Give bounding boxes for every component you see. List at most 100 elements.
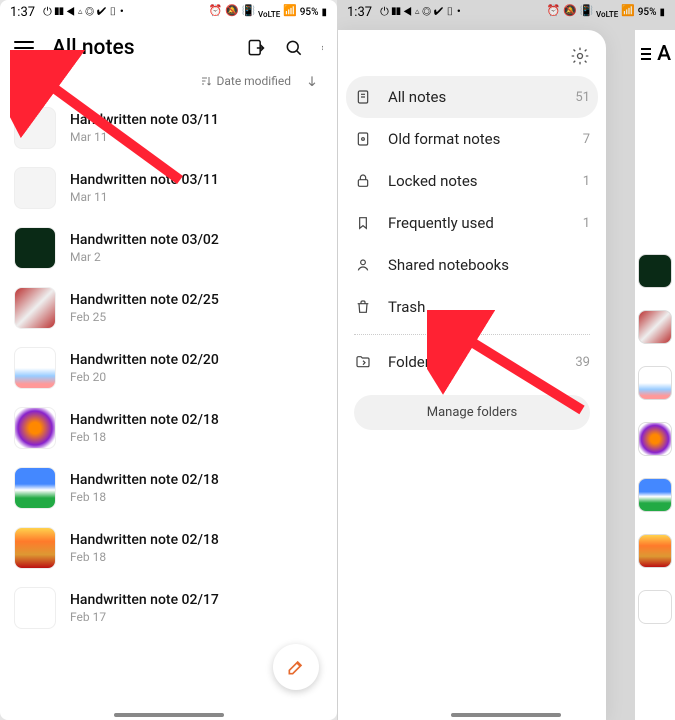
drawer-label: Frequently used [388, 214, 567, 232]
note-title: Handwritten note 03/02 [70, 232, 219, 248]
note-icon [354, 89, 372, 105]
drawer-item-trash[interactable]: Trash [338, 286, 606, 328]
note-title: Handwritten note 02/20 [70, 352, 219, 368]
phone-left: 1:37 ⏻ ❚❚ ◀ ▵ ◎ ✔ ▯ • ⏰ 🔕 📳 VoLTE 📶 95% … [0, 0, 337, 720]
more-icon[interactable] [322, 38, 327, 58]
note-thumbnail [14, 167, 56, 209]
drawer-label: Trash [388, 298, 574, 316]
manage-folders-button[interactable]: Manage folders [354, 395, 590, 430]
edit-icon [286, 657, 306, 677]
note-title: Handwritten note 02/17 [70, 592, 219, 608]
note-date: Feb 25 [70, 310, 219, 324]
drawer-item-shared-notebooks[interactable]: Shared notebooks [338, 244, 606, 286]
folder-icon [354, 354, 372, 370]
statusbar-time: 1:37 [10, 5, 35, 20]
note-date: Mar 11 [70, 190, 219, 204]
note-thumbnail-peek [638, 254, 672, 288]
home-indicator[interactable] [451, 713, 561, 717]
statusbar: 1:37 ⏻ ❚❚ ◀ ▵ ◎ ✔ ▯ • ⏰ 🔕 📳 VoLTE 📶 95% … [0, 0, 337, 24]
sort-direction-icon[interactable] [305, 74, 319, 88]
trash-icon [354, 299, 372, 315]
phone-right: 1:37 ⏻ ❚❚ ◀ ▵ ◎ ✔ ▯ • ⏰ 🔕 📳 VoLTE 📶 95% … [337, 0, 675, 720]
note-thumbnail [14, 287, 56, 329]
note-thumbnail [14, 107, 56, 149]
note-title: Handwritten note 02/25 [70, 292, 219, 308]
statusbar-left-icons: ⏻ ❚❚ ◀ ▵ ◎ ✔ ▯ • [43, 5, 124, 19]
note-date: Feb 20 [70, 370, 219, 384]
statusbar-right-icons: ⏰ 🔕 📳 VoLTE 📶 [209, 4, 297, 19]
note-thumbnail-peek [638, 422, 672, 456]
topbar: All notes [0, 24, 337, 70]
note-row[interactable]: Handwritten note 03/11 Mar 11 [0, 98, 337, 158]
drawer-count: 1 [583, 216, 590, 231]
note-row[interactable]: Handwritten note 02/18 Feb 18 [0, 458, 337, 518]
note-title: Handwritten note 02/18 [70, 472, 219, 488]
note-thumbnail [14, 407, 56, 449]
sort-bar: Date modified [0, 70, 337, 96]
note-thumbnail [14, 347, 56, 389]
drawer-label: Locked notes [388, 172, 567, 190]
settings-icon[interactable] [570, 46, 590, 66]
hamburger-menu-button[interactable] [14, 41, 34, 55]
page-title-peek: A [657, 42, 671, 66]
drawer-item-folders[interactable]: Folders 39 [338, 341, 606, 383]
battery-icon: ▮ [321, 7, 327, 18]
drawer-count: 39 [575, 355, 590, 370]
home-indicator[interactable] [114, 713, 224, 717]
note-date: Feb 18 [70, 550, 219, 564]
search-icon[interactable] [284, 38, 304, 58]
sort-button[interactable]: Date modified [200, 74, 291, 88]
statusbar-battery: 95% [300, 7, 319, 18]
bookmark-icon [354, 215, 372, 231]
note-title: Handwritten note 03/11 [70, 172, 219, 188]
note-list: Handwritten note 03/11 Mar 11 Handwritte… [0, 96, 337, 638]
note-thumbnail-peek [638, 478, 672, 512]
new-note-fab[interactable] [273, 644, 319, 690]
drawer-item-frequently-used[interactable]: Frequently used 1 [338, 202, 606, 244]
note-thumbnail-peek [638, 534, 672, 568]
note-thumbnail-peek [638, 310, 672, 344]
lock-icon [354, 173, 372, 189]
drawer-item-all-notes[interactable]: All notes 51 [346, 76, 598, 118]
note-row[interactable]: Handwritten note 02/20 Feb 20 [0, 338, 337, 398]
note-row[interactable]: Handwritten note 03/11 Mar 11 [0, 158, 337, 218]
drawer-item-locked-notes[interactable]: Locked notes 1 [338, 160, 606, 202]
note-title: Handwritten note 03/11 [70, 112, 219, 128]
drawer-count: 1 [583, 174, 590, 189]
note-date: Mar 2 [70, 250, 219, 264]
drawer-label: All notes [388, 88, 559, 106]
note-row[interactable]: Handwritten note 02/18 Feb 18 [0, 518, 337, 578]
drawer-divider [354, 334, 590, 335]
note-date: Feb 18 [70, 490, 219, 504]
note-thumbnail-peek [638, 366, 672, 400]
nav-drawer: All notes 51 Old format notes 7 Locked n… [338, 30, 606, 720]
note-title: Handwritten note 02/18 [70, 532, 219, 548]
note-thumbnail [14, 467, 56, 509]
drawer-item-old-format-notes[interactable]: Old format notes 7 [338, 118, 606, 160]
hamburger-menu-button[interactable] [641, 48, 651, 60]
drawer-count: 7 [583, 132, 590, 147]
note-thumbnail [14, 227, 56, 269]
page-title: All notes [52, 36, 228, 60]
note-date: Feb 17 [70, 610, 219, 624]
drawer-label: Old format notes [388, 130, 567, 148]
drawer-label: Shared notebooks [388, 256, 574, 274]
pdf-import-icon[interactable] [246, 38, 266, 58]
note-date: Feb 18 [70, 430, 219, 444]
oldnote-icon [354, 131, 372, 147]
drawer-label: Folders [388, 353, 559, 371]
note-row[interactable]: Handwritten note 02/25 Feb 25 [0, 278, 337, 338]
sort-label: Date modified [216, 74, 291, 88]
main-content-peek: A [635, 30, 675, 720]
note-date: Mar 11 [70, 130, 219, 144]
note-thumbnail [14, 527, 56, 569]
note-row[interactable]: Handwritten note 03/02 Mar 2 [0, 218, 337, 278]
person-icon [354, 257, 372, 273]
note-thumbnail [14, 587, 56, 629]
sort-icon [200, 75, 212, 87]
note-title: Handwritten note 02/18 [70, 412, 219, 428]
note-row[interactable]: Handwritten note 02/18 Feb 18 [0, 398, 337, 458]
drawer-count: 51 [575, 90, 590, 105]
note-thumbnail-peek [638, 590, 672, 624]
note-row[interactable]: Handwritten note 02/17 Feb 17 [0, 578, 337, 638]
